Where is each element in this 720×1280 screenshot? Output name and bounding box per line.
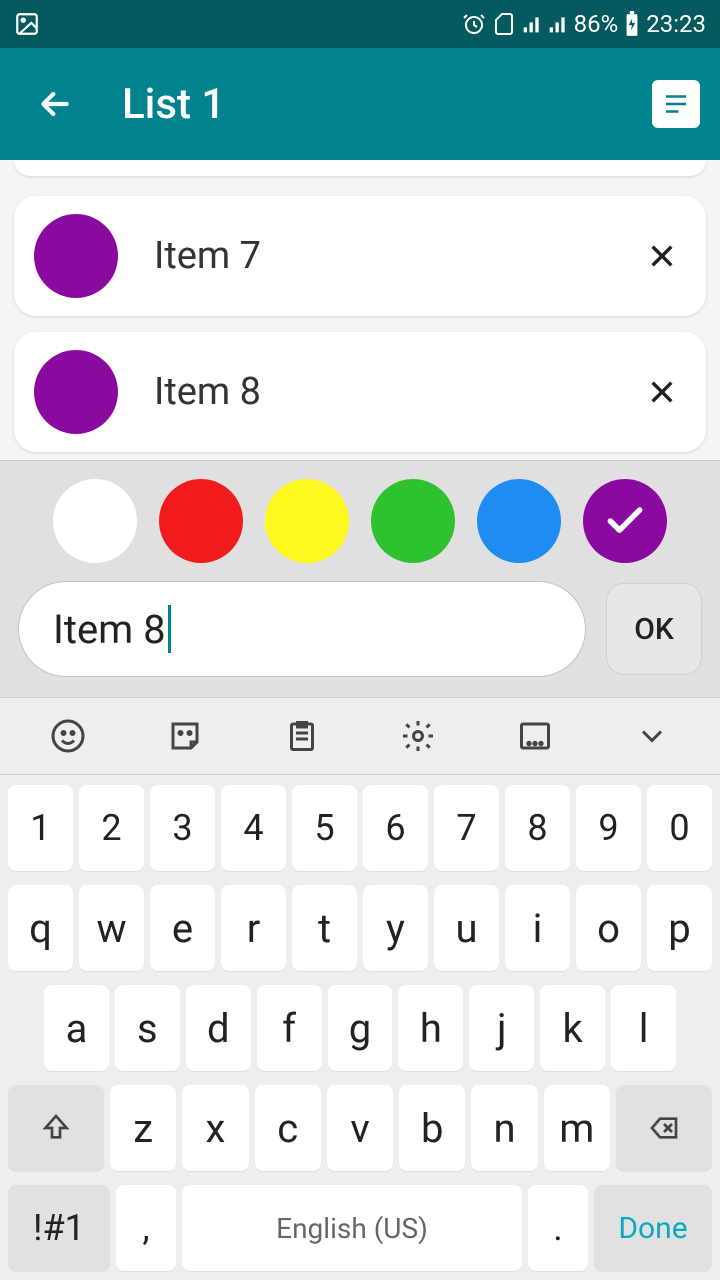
key-j[interactable]: j: [469, 985, 534, 1071]
signal-icon: [548, 14, 568, 34]
battery-charging-icon: [624, 11, 640, 37]
keyboard-row: z x c v b n m: [8, 1085, 712, 1171]
list-item-peek: [14, 160, 706, 176]
color-swatch-green[interactable]: [371, 479, 455, 563]
keyboard-toolbar: [0, 697, 720, 775]
color-swatch-white[interactable]: [53, 479, 137, 563]
clock-time: 23:23: [646, 10, 706, 38]
key-8[interactable]: 8: [505, 785, 570, 871]
key-m[interactable]: m: [544, 1085, 610, 1171]
keyboard: 1 2 3 4 5 6 7 8 9 0 q w e r t y u i o p …: [0, 697, 720, 1280]
back-button[interactable]: [30, 79, 80, 129]
item-color-icon: [34, 350, 118, 434]
keyboard-layout-icon[interactable]: [513, 714, 557, 758]
key-0[interactable]: 0: [647, 785, 712, 871]
item-editor: Item 8 OK: [0, 460, 720, 697]
key-y[interactable]: y: [363, 885, 428, 971]
item-color-icon: [34, 214, 118, 298]
key-comma[interactable]: ,: [116, 1185, 176, 1271]
key-a[interactable]: a: [44, 985, 109, 1071]
color-swatch-purple[interactable]: [583, 479, 667, 563]
key-k[interactable]: k: [540, 985, 605, 1071]
keyboard-row: a s d f g h j k l: [8, 985, 712, 1071]
key-u[interactable]: u: [434, 885, 499, 971]
key-v[interactable]: v: [327, 1085, 393, 1171]
key-space[interactable]: English (US): [182, 1185, 522, 1271]
keyboard-row: q w e r t y u i o p: [8, 885, 712, 971]
status-bar: 86% 23:23: [0, 0, 720, 48]
key-period[interactable]: .: [528, 1185, 588, 1271]
key-5[interactable]: 5: [292, 785, 357, 871]
key-e[interactable]: e: [150, 885, 215, 971]
key-6[interactable]: 6: [363, 785, 428, 871]
key-z[interactable]: z: [110, 1085, 176, 1171]
key-s[interactable]: s: [115, 985, 180, 1071]
battery-percent: 86%: [574, 10, 619, 38]
key-f[interactable]: f: [257, 985, 322, 1071]
color-swatch-blue[interactable]: [477, 479, 561, 563]
color-swatch-yellow[interactable]: [265, 479, 349, 563]
color-swatch-red[interactable]: [159, 479, 243, 563]
key-i[interactable]: i: [505, 885, 570, 971]
key-w[interactable]: w: [79, 885, 144, 971]
sd-card-icon: [492, 12, 516, 36]
key-backspace[interactable]: [616, 1085, 712, 1171]
sticker-icon[interactable]: [163, 714, 207, 758]
key-n[interactable]: n: [471, 1085, 537, 1171]
picture-icon: [14, 11, 40, 37]
signal-icon: [522, 14, 542, 34]
key-l[interactable]: l: [611, 985, 676, 1071]
color-picker: [0, 479, 720, 563]
emoji-icon[interactable]: [46, 714, 90, 758]
clipboard-icon[interactable]: [280, 714, 324, 758]
check-icon: [603, 499, 647, 543]
key-4[interactable]: 4: [221, 785, 286, 871]
item-list: Item 7 Item 8: [0, 160, 720, 460]
key-h[interactable]: h: [398, 985, 463, 1071]
chevron-down-icon[interactable]: [630, 714, 674, 758]
key-2[interactable]: 2: [79, 785, 144, 871]
key-9[interactable]: 9: [576, 785, 641, 871]
text-caret: [168, 605, 171, 653]
item-label: Item 7: [154, 234, 642, 278]
alarm-icon: [462, 12, 486, 36]
notes-button[interactable]: [652, 80, 700, 128]
key-o[interactable]: o: [576, 885, 641, 971]
key-7[interactable]: 7: [434, 785, 499, 871]
key-t[interactable]: t: [292, 885, 357, 971]
shift-icon: [40, 1112, 72, 1144]
key-c[interactable]: c: [255, 1085, 321, 1171]
key-shift[interactable]: [8, 1085, 104, 1171]
keyboard-row: 1 2 3 4 5 6 7 8 9 0: [8, 785, 712, 871]
backspace-icon: [644, 1112, 684, 1144]
key-g[interactable]: g: [328, 985, 393, 1071]
key-q[interactable]: q: [8, 885, 73, 971]
app-bar: List 1: [0, 48, 720, 160]
list-item[interactable]: Item 8: [14, 332, 706, 452]
key-b[interactable]: b: [399, 1085, 465, 1171]
key-1[interactable]: 1: [8, 785, 73, 871]
page-title: List 1: [122, 80, 652, 129]
keyboard-row: !#1 , English (US) . Done: [8, 1185, 712, 1271]
key-symbols[interactable]: !#1: [8, 1185, 110, 1271]
gear-icon[interactable]: [396, 714, 440, 758]
item-label: Item 8: [154, 370, 642, 414]
delete-item-button[interactable]: [642, 236, 682, 276]
key-x[interactable]: x: [182, 1085, 248, 1171]
key-d[interactable]: d: [186, 985, 251, 1071]
key-p[interactable]: p: [647, 885, 712, 971]
key-r[interactable]: r: [221, 885, 286, 971]
delete-item-button[interactable]: [642, 372, 682, 412]
ok-button[interactable]: OK: [606, 583, 702, 675]
key-3[interactable]: 3: [150, 785, 215, 871]
item-name-input[interactable]: Item 8: [18, 581, 586, 677]
input-value: Item 8: [53, 606, 166, 653]
key-done[interactable]: Done: [594, 1185, 712, 1271]
list-item[interactable]: Item 7: [14, 196, 706, 316]
